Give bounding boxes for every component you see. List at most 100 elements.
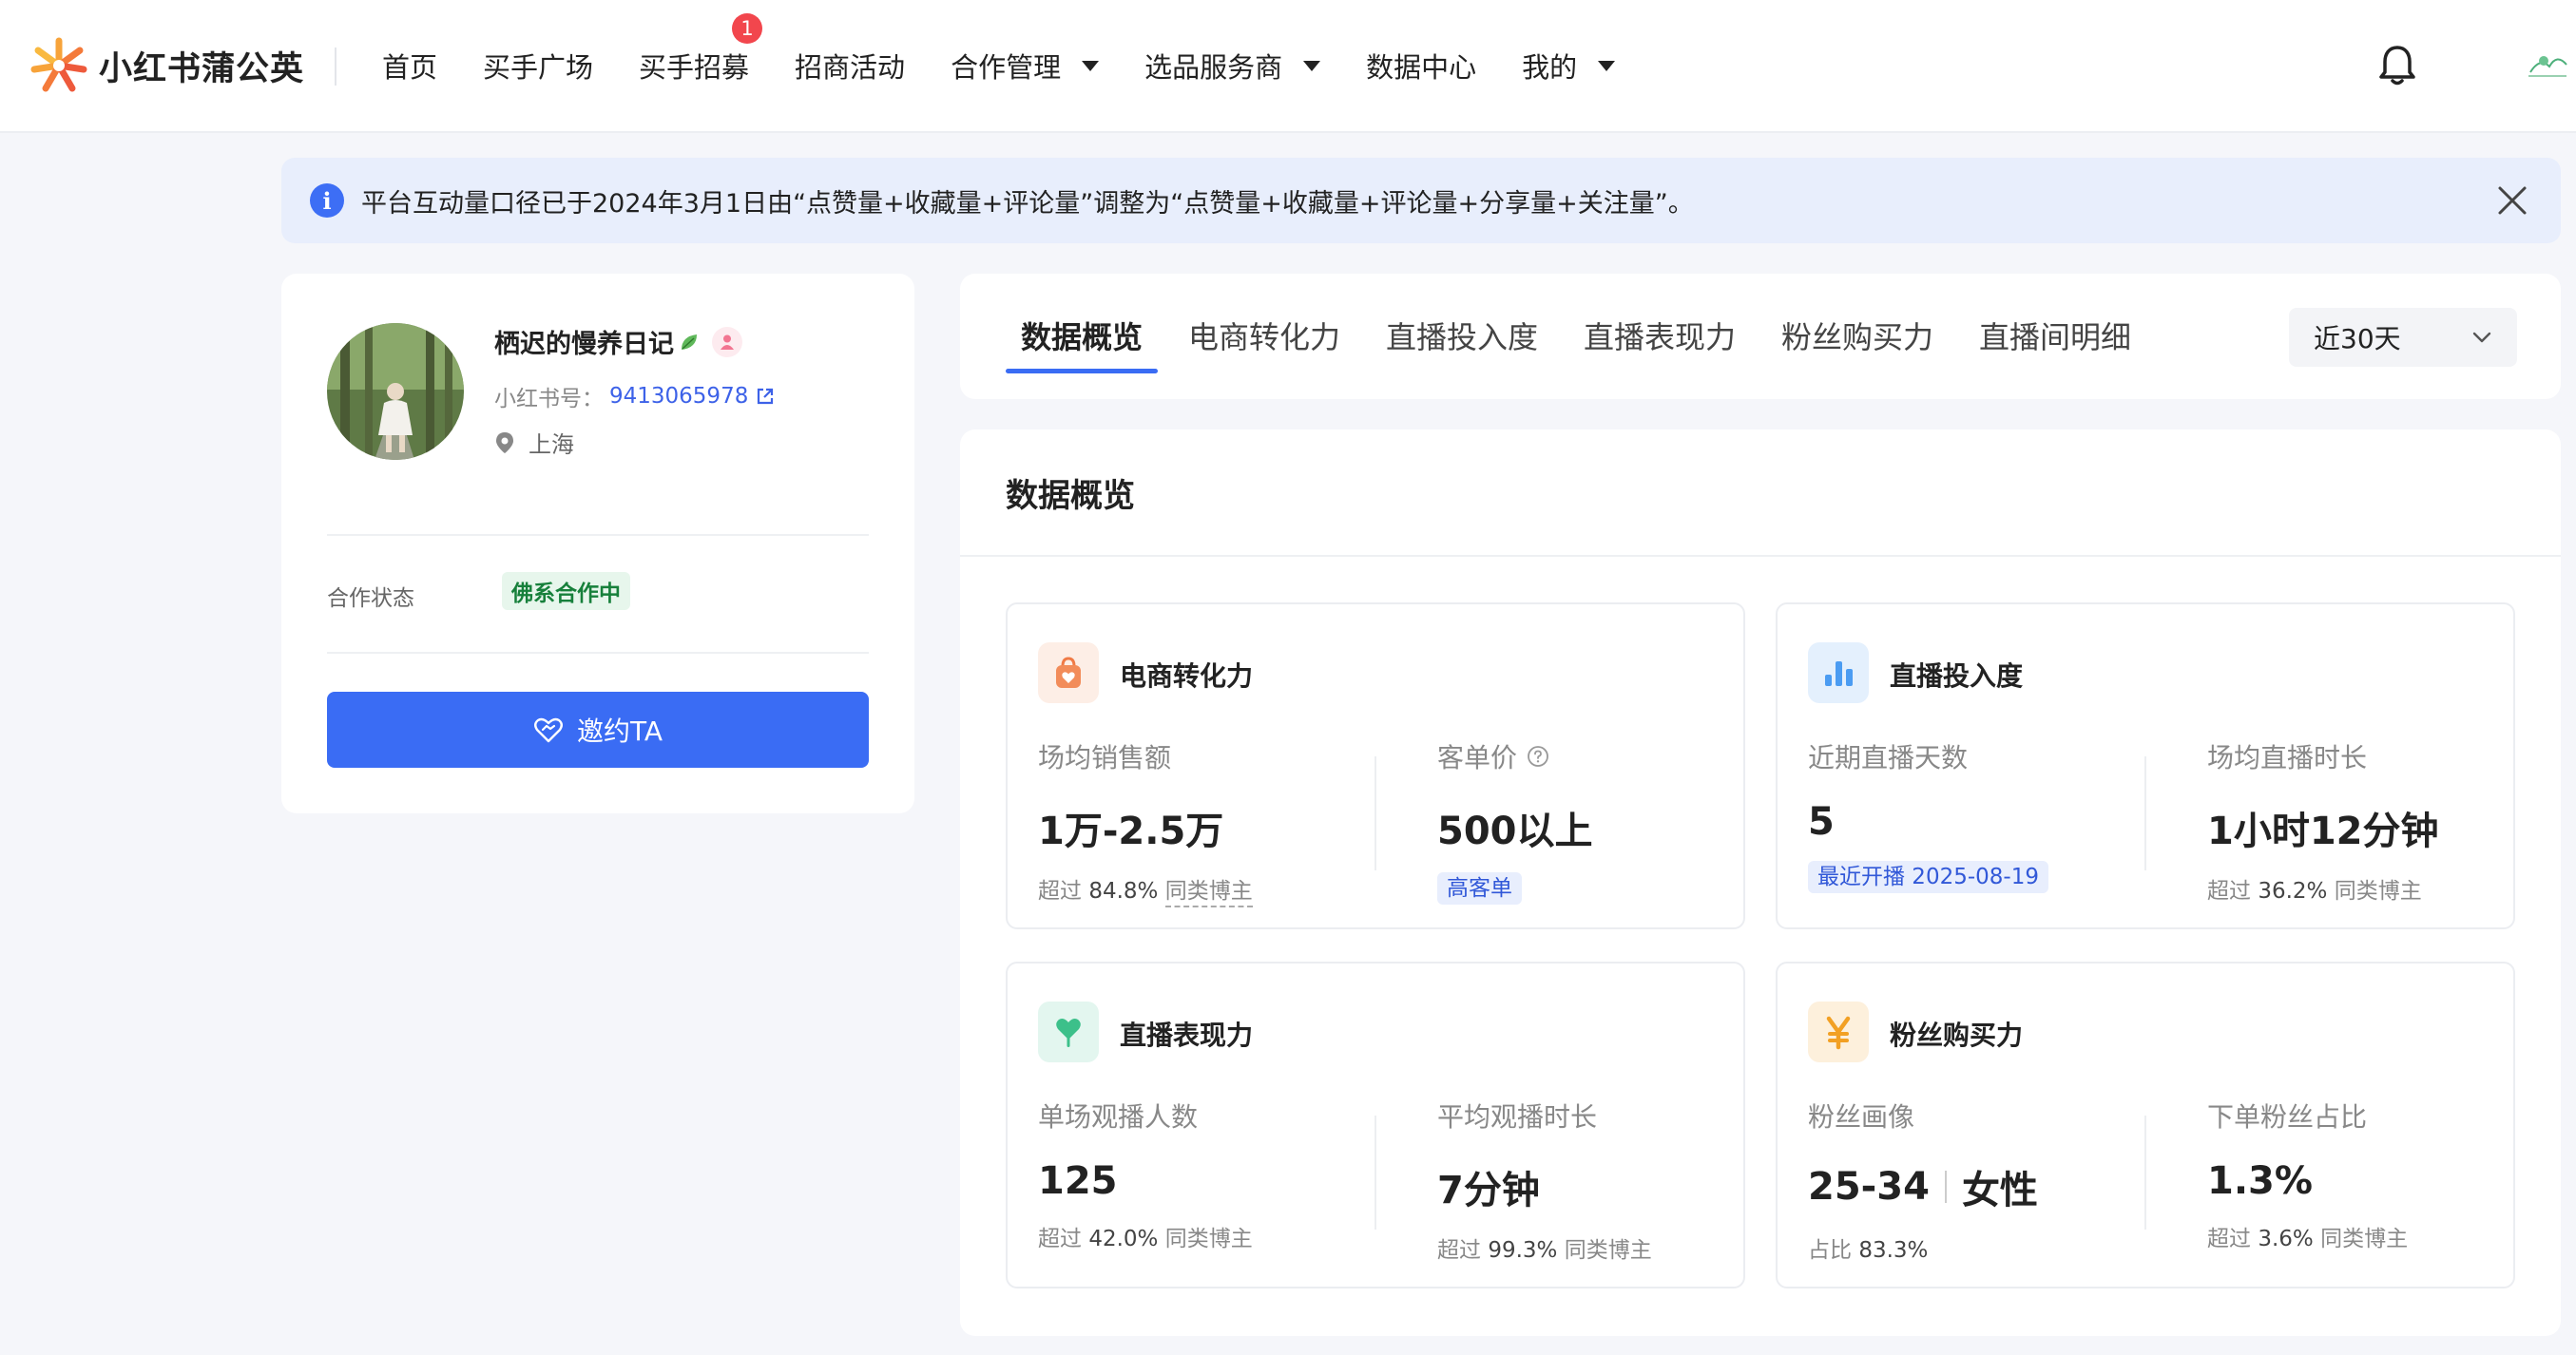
invite-button[interactable]: 邀约TA	[327, 692, 869, 768]
tab-live-performance[interactable]: 直播表现力	[1584, 314, 1736, 357]
logo-separator	[335, 48, 336, 86]
stat-viewers-per-live: 单场观播人数 125 超过 42.0% 同类博主	[1038, 1097, 1253, 1252]
divider	[2144, 1116, 2146, 1230]
caret-down-icon	[1598, 60, 1616, 71]
heart-handshake-icon	[534, 717, 563, 743]
app-logo-text: 小红书蒲公英	[99, 49, 305, 88]
nav-item-buyer-square[interactable]: 买手广场	[483, 46, 593, 86]
stat-ordering-fan-ratio: 下单粉丝占比 1.3% 超过 3.6% 同类博主	[2207, 1097, 2408, 1252]
stat-value: 1小时12分钟	[2207, 810, 2439, 853]
stat-note-value: 99.3%	[1488, 1238, 1558, 1263]
stat-avg-sales: 场均销售额 1万-2.5万 超过 84.8% 同类博主	[1038, 737, 1253, 907]
notification-badge: 1	[732, 13, 763, 44]
stat-note-value: 42.0%	[1088, 1227, 1159, 1251]
metric-card-title: 直播表现力	[1120, 1020, 1254, 1051]
fan-age-range: 25-34	[1808, 1165, 1930, 1209]
stat-note: 最近开播 2025-08-19	[1808, 861, 2048, 893]
stat-note-prefix: 超过	[1437, 1238, 1481, 1263]
bell-icon[interactable]	[2376, 44, 2418, 87]
metric-card-live-performance: 直播表现力 单场观播人数 125 超过 42.0% 同类博主 平均观播时长 7分…	[1006, 962, 1745, 1288]
last-live-date-tag: 最近开播 2025-08-19	[1808, 861, 2048, 893]
nav-label: 数据中心	[1366, 51, 1477, 84]
profile-card: 栖迟的慢养日记 小红书号： 9413065978 上海 合作状态 佛系合作中 邀…	[281, 274, 914, 813]
stat-avg-order-price: 客单价 500以上 高客单	[1437, 737, 1593, 905]
profile-avatar[interactable]	[327, 323, 464, 460]
main-nav: 首页 买手广场 买手招募 1 招商活动 合作管理 选品服务商 数据中心 我的	[382, 0, 1661, 131]
close-icon[interactable]	[2496, 184, 2528, 217]
top-nav-bar: 小红书蒲公英 首页 买手广场 买手招募 1 招商活动 合作管理 选品服务商 数据…	[0, 0, 2576, 133]
female-gender-icon	[712, 326, 742, 357]
help-circle-icon[interactable]	[1527, 745, 1549, 768]
shopping-bag-icon	[1038, 642, 1099, 703]
coop-status-label: 合作状态	[327, 586, 414, 611]
tab-fan-purchasing[interactable]: 粉丝购买力	[1781, 314, 1933, 357]
stat-note-prefix: 占比	[1808, 1238, 1852, 1263]
metric-card-title: 粉丝购买力	[1890, 1020, 2024, 1051]
nav-item-merchant-events[interactable]: 招商活动	[795, 46, 905, 86]
metric-card-fan-purchasing: 粉丝购买力 粉丝画像 25-34 女性 占比 83.3% 下单粉丝占比 1.3%…	[1776, 962, 2515, 1288]
peer-bloggers-link[interactable]: 同类博主	[1164, 879, 1253, 907]
stat-label: 单场观播人数	[1038, 1101, 1199, 1133]
tab-live-investment[interactable]: 直播投入度	[1386, 314, 1538, 357]
stat-note: 超过 42.0% 同类博主	[1038, 1220, 1253, 1252]
profile-id-link[interactable]: 9413065978	[609, 384, 748, 409]
nav-label: 买手招募	[639, 51, 750, 84]
caret-down-icon	[1303, 60, 1321, 71]
high-aov-tag: 高客单	[1437, 872, 1522, 905]
stat-recent-live-days: 近期直播天数 5 最近开播 2025-08-19	[1808, 737, 2048, 893]
app-logo[interactable]: 小红书蒲公英	[29, 34, 304, 97]
stat-note-value: 83.3%	[1858, 1238, 1929, 1263]
yen-icon	[1808, 1002, 1869, 1062]
nav-item-data-center[interactable]: 数据中心	[1366, 46, 1476, 86]
nav-item-mine[interactable]: 我的	[1522, 46, 1616, 86]
stat-value: 25-34 女性	[1808, 1159, 2038, 1214]
nav-item-home[interactable]: 首页	[382, 46, 437, 86]
stat-value: 1万-2.5万	[1038, 810, 1224, 853]
stat-label: 近期直播天数	[1808, 742, 1969, 773]
nav-item-buyer-recruit[interactable]: 买手招募 1	[639, 13, 763, 86]
metric-card-live-investment: 直播投入度 近期直播天数 5 最近开播 2025-08-19 场均直播时长 1小…	[1776, 602, 2515, 929]
stat-note-value: 84.8%	[1088, 879, 1159, 904]
divider	[1375, 756, 1376, 870]
stat-note: 高客单	[1437, 872, 1593, 905]
stat-note-suffix: 同类博主	[2334, 879, 2422, 904]
info-icon: i	[310, 183, 344, 218]
notice-banner: i 平台互动量口径已于2024年3月1日由“点赞量+收藏量+评论量”调整为“点赞…	[281, 158, 2561, 243]
stat-label-text: 客单价	[1437, 742, 1518, 773]
stat-note-prefix: 超过	[2207, 1227, 2251, 1251]
stat-note-suffix: 同类博主	[1164, 1227, 1253, 1251]
stat-note: 超过 99.3% 同类博主	[1437, 1231, 1652, 1264]
period-select[interactable]: 近30天	[2289, 308, 2517, 367]
stat-value: 5	[1808, 800, 1835, 844]
divider	[960, 555, 2561, 557]
nav-item-cooperation[interactable]: 合作管理	[951, 46, 1100, 86]
caret-down-icon	[1082, 60, 1100, 71]
user-avatar-icon[interactable]	[2521, 44, 2572, 87]
nav-label: 我的	[1522, 51, 1578, 84]
stat-note: 占比 83.3%	[1808, 1231, 2038, 1264]
profile-location-text: 上海	[529, 431, 574, 458]
stat-note-prefix: 超过	[2207, 879, 2251, 904]
location-pin-icon	[496, 431, 513, 453]
profile-id: 小红书号： 9413065978	[494, 380, 777, 412]
stat-note-value: 3.6%	[2258, 1227, 2314, 1251]
nav-item-selection-service[interactable]: 选品服务商	[1144, 46, 1321, 86]
tab-overview[interactable]: 数据概览	[1021, 314, 1143, 357]
stat-label: 场均销售额	[1038, 742, 1172, 773]
external-link-icon[interactable]	[754, 385, 777, 408]
fan-gender: 女性	[1961, 1169, 2038, 1212]
leaf-emoji-icon	[682, 334, 697, 350]
chevron-down-icon	[2472, 332, 2491, 343]
notice-text: 平台互动量口径已于2024年3月1日由“点赞量+收藏量+评论量”调整为“点赞量+…	[361, 188, 1694, 219]
stat-label: 粉丝画像	[1808, 1101, 1915, 1133]
tab-ecommerce-conversion[interactable]: 电商转化力	[1188, 314, 1340, 357]
tab-live-room-details[interactable]: 直播间明细	[1979, 314, 2131, 357]
stat-note-prefix: 超过	[1038, 879, 1082, 904]
overview-title: 数据概览	[1006, 477, 1135, 515]
profile-id-label: 小红书号：	[494, 387, 604, 411]
invite-button-label: 邀约TA	[576, 716, 663, 747]
metric-card-title: 直播投入度	[1890, 660, 2024, 692]
active-tab-indicator	[1006, 369, 1158, 373]
stat-note-prefix: 超过	[1038, 1227, 1082, 1251]
divider	[327, 652, 869, 654]
